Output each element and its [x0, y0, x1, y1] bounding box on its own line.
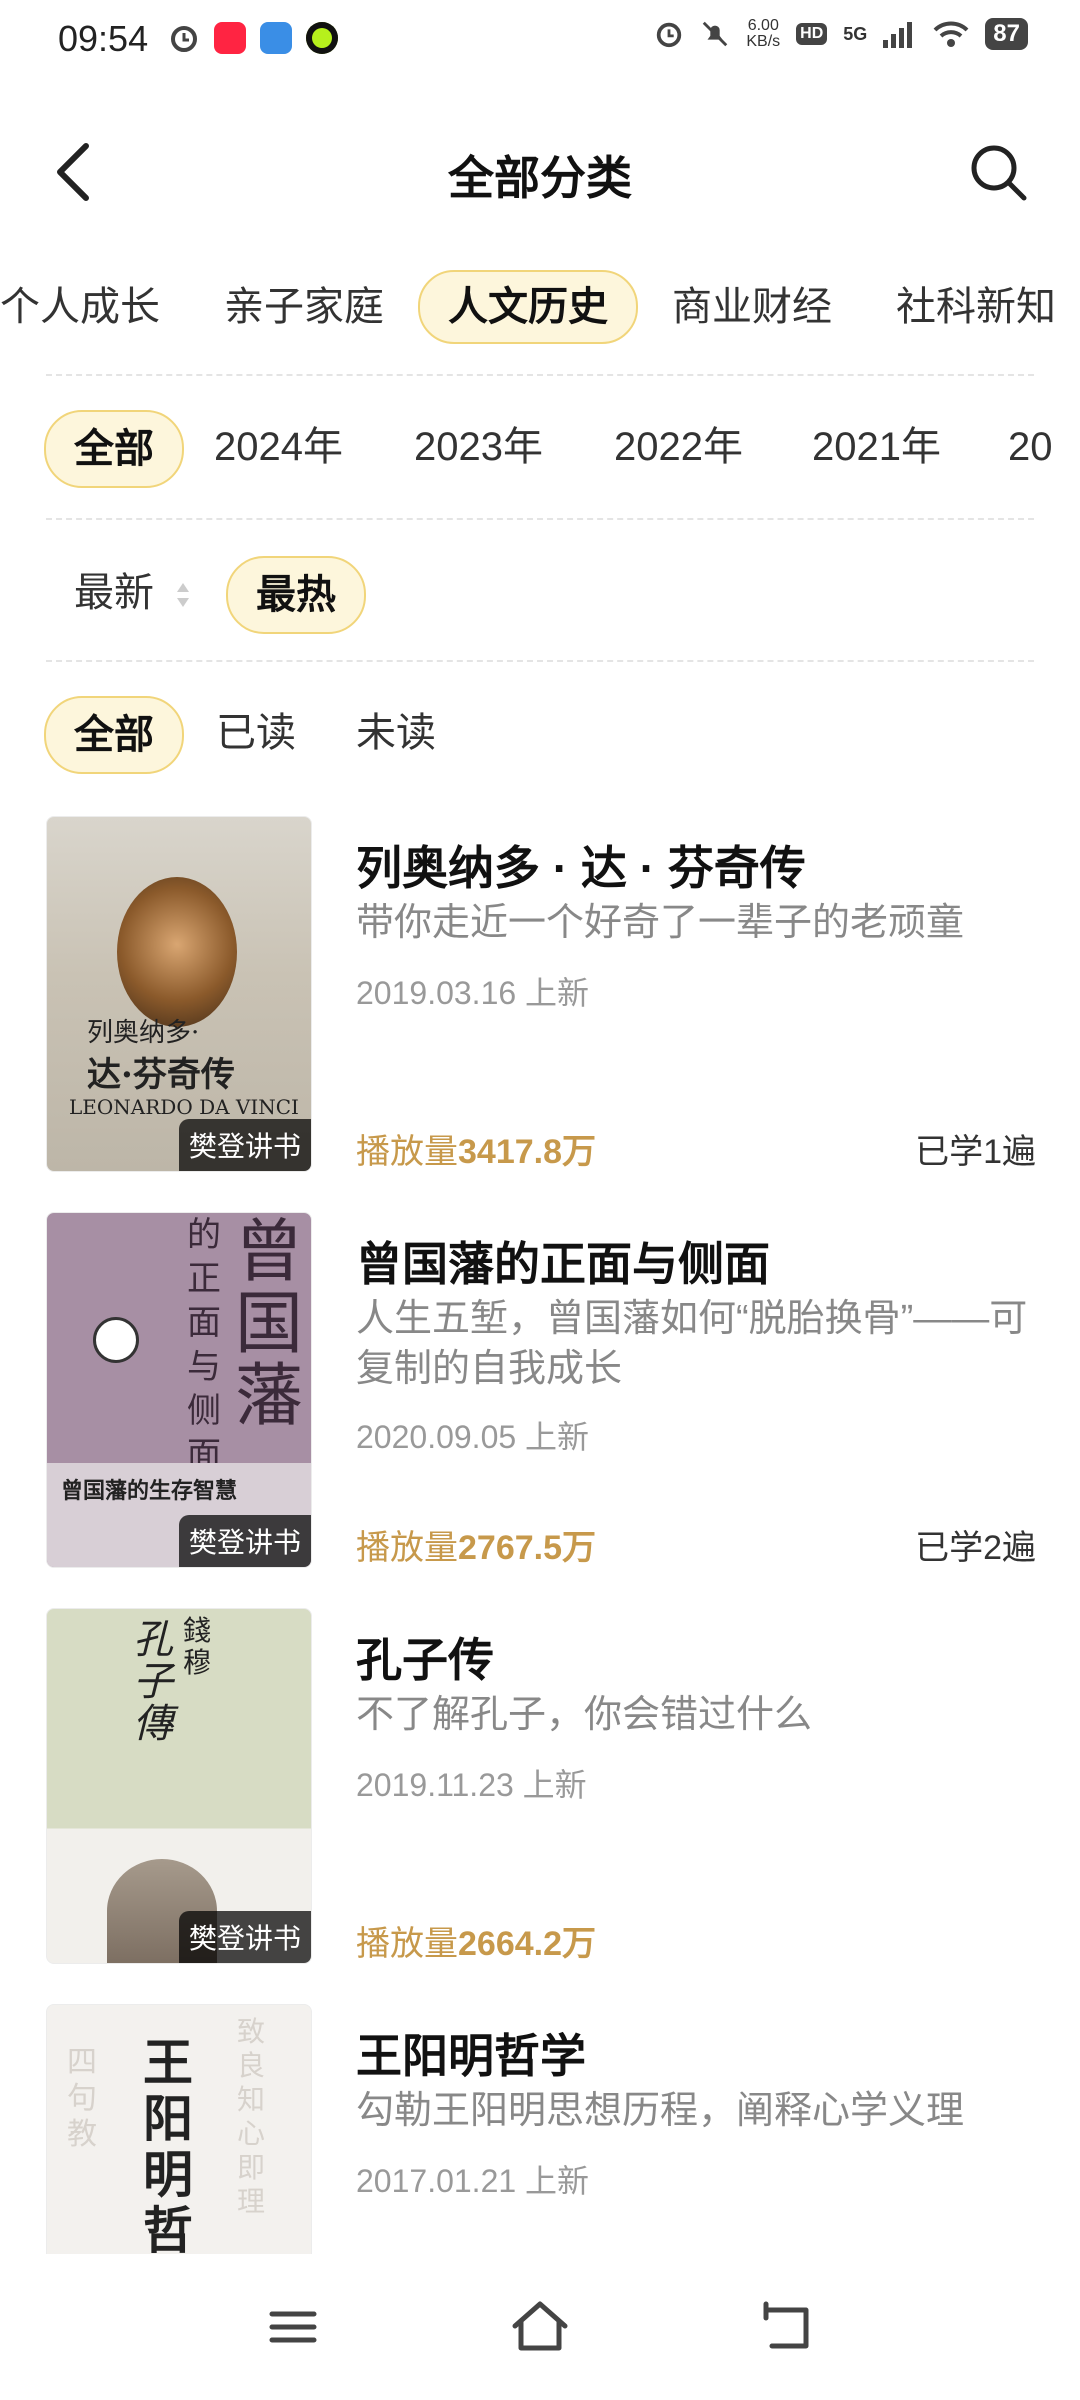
category-tabs: 个人成长 亲子家庭 人文历史 商业财经 社科新知	[0, 262, 1080, 352]
book-cover[interactable]: 曾国藩 的正面与侧面 曾国藩的生存智慧 樊登讲书	[46, 1212, 312, 1568]
status-right: 6.00 KB/s HD 5G 87	[654, 18, 1028, 50]
book-plays: 播放量2767.5万	[356, 1520, 596, 1569]
book-date: 2019.11.23 上新	[356, 1767, 587, 1803]
menu-icon[interactable]	[258, 2292, 328, 2362]
book-description: 带你走近一个好奇了一辈子的老顽童	[356, 902, 965, 944]
plays-label: 播放量	[356, 1133, 458, 1171]
hd-badge: HD	[796, 23, 828, 45]
divider	[46, 518, 1034, 520]
book-item[interactable]: 曾国藩 的正面与侧面 曾国藩的生存智慧 樊登讲书 曾国藩的正面与侧面 人生五堑，…	[46, 1212, 1036, 1568]
signal-5g-label: 5G	[843, 23, 868, 44]
book-cover[interactable]: 錢穆 孔子傳 樊登讲书	[46, 1608, 312, 1964]
learned-count: 已学2遍	[915, 1529, 1036, 1567]
plays-label: 播放量	[356, 1925, 458, 1963]
year-chip-all[interactable]: 全部	[44, 410, 184, 488]
book-plays: 播放量3417.8万	[356, 1124, 596, 1173]
cover-title: 王阳明哲学	[143, 2033, 193, 2255]
alarm-icon	[657, 22, 682, 48]
book-cover[interactable]: 列奥纳多· 达·芬奇传 LEONARDO DA VINCI 樊登讲书	[46, 816, 312, 1172]
sort-newest-label: 最新	[74, 571, 154, 615]
mute-icon	[703, 21, 728, 47]
portrait-circle	[93, 1317, 139, 1363]
net-speed-unit: KB/s	[746, 33, 781, 50]
cover-line-2: 达·芬奇传	[87, 1055, 235, 1095]
read-filter-read[interactable]: 已读	[216, 696, 296, 770]
book-description: 不了解孔子，你会错过什么	[356, 1694, 813, 1736]
sort-hottest[interactable]: 最热	[226, 556, 366, 634]
book-date: 2020.09.05 上新	[356, 1419, 590, 1455]
book-description: 人生五堑，曾国藩如何“脱胎换骨”——可复制的自我成长	[356, 1298, 1028, 1390]
system-nav-bar	[0, 2262, 1080, 2400]
book-title[interactable]: 王阳明哲学	[356, 2020, 586, 2086]
tab-family[interactable]: 亲子家庭	[224, 272, 384, 342]
status-bar: 09:54 6.00 KB/s HD 5G 87	[0, 0, 1080, 86]
read-filter: 全部 已读 未读	[0, 696, 1080, 776]
sort-arrows-icon	[177, 583, 190, 608]
plays-value: 3417.8万	[458, 1133, 596, 1171]
net-speed-value: 6.00	[747, 17, 779, 34]
plays-value: 2767.5万	[458, 1529, 596, 1567]
cover-side-title: 的正面与侧面	[187, 1215, 221, 1475]
year-chip-2021[interactable]: 2021年	[812, 410, 941, 484]
book-cover[interactable]: 四句教 王阳明哲学 致良知 心即理	[46, 2004, 312, 2254]
tab-business[interactable]: 商业财经	[672, 272, 832, 342]
book-title[interactable]: 列奥纳多 · 达 · 芬奇传	[356, 832, 806, 898]
cover-title: 孔子傳	[133, 1617, 173, 1747]
read-filter-unread[interactable]: 未读	[356, 696, 436, 770]
cover-line-1: 列奥纳多·	[87, 1018, 200, 1048]
cover-line-3: LEONARDO DA VINCI	[69, 1095, 299, 1119]
tab-personal-growth[interactable]: 个人成长	[0, 272, 160, 342]
cover-author: 錢穆	[183, 1614, 212, 1679]
green-app-icon	[306, 22, 338, 54]
portrait-illustration	[117, 877, 237, 1027]
plays-label: 播放量	[356, 1529, 458, 1567]
header: 全部分类	[0, 120, 1080, 230]
year-chip-more[interactable]: 20	[1008, 410, 1053, 484]
book-description: 勾勒王阳明思想历程，阐释心学义理	[356, 2090, 965, 2132]
alarm-icon	[171, 26, 197, 52]
book-plays: 播放量2664.2万	[356, 1916, 596, 1965]
year-filter: 全部 2024年 2023年 2022年 2021年 20	[0, 410, 1080, 490]
cover-badge: 樊登讲书	[178, 1515, 311, 1567]
wifi-icon	[933, 21, 969, 47]
sort-row: 最新 最热	[0, 556, 1080, 636]
cover-badge: 樊登讲书	[178, 1911, 311, 1963]
year-chip-2022[interactable]: 2022年	[614, 410, 743, 484]
sort-newest[interactable]: 最新	[74, 556, 191, 630]
book-title[interactable]: 曾国藩的正面与侧面	[356, 1228, 770, 1294]
battery-level: 87	[985, 18, 1028, 50]
cover-subtitle: 曾国藩的生存智慧	[61, 1479, 238, 1504]
book-date: 2017.01.21 上新	[356, 2163, 590, 2199]
xiaohongshu-app-icon	[214, 22, 246, 54]
page-title: 全部分类	[448, 152, 632, 204]
net-speed: 6.00 KB/s	[746, 18, 780, 50]
home-icon[interactable]	[505, 2292, 575, 2362]
year-chip-2024[interactable]: 2024年	[214, 410, 343, 484]
search-icon[interactable]	[964, 138, 1034, 208]
divider	[46, 374, 1034, 376]
status-time: 09:54	[58, 18, 149, 59]
cover-badge: 樊登讲书	[178, 1119, 311, 1171]
book-item[interactable]: 錢穆 孔子傳 樊登讲书 孔子传 不了解孔子，你会错过什么 2019.11.23 …	[46, 1608, 1036, 1964]
cover-left-text: 四句教	[67, 2045, 97, 2152]
notification-icons	[168, 22, 338, 54]
cover-big-title: 曾国藩	[235, 1213, 304, 1436]
tab-humanities-history[interactable]: 人文历史	[418, 270, 638, 344]
book-title[interactable]: 孔子传	[356, 1624, 494, 1690]
tab-social-science[interactable]: 社科新知	[896, 272, 1056, 342]
cover-right-text: 致良知 心即理	[237, 2015, 266, 2218]
read-filter-all[interactable]: 全部	[44, 696, 184, 774]
app-notification-icon	[260, 22, 292, 54]
learned-count: 已学1遍	[915, 1133, 1036, 1171]
divider	[46, 660, 1034, 662]
book-date: 2019.03.16 上新	[356, 975, 590, 1011]
plays-value: 2664.2万	[458, 1925, 596, 1963]
signal-icon	[883, 22, 913, 48]
year-chip-2023[interactable]: 2023年	[414, 410, 543, 484]
book-item[interactable]: 列奥纳多· 达·芬奇传 LEONARDO DA VINCI 樊登讲书 列奥纳多 …	[46, 816, 1036, 1172]
back-nav-icon[interactable]	[752, 2292, 822, 2362]
book-item[interactable]: 四句教 王阳明哲学 致良知 心即理 王阳明哲学 勾勒王阳明思想历程，阐释心学义理…	[46, 2004, 1036, 2254]
